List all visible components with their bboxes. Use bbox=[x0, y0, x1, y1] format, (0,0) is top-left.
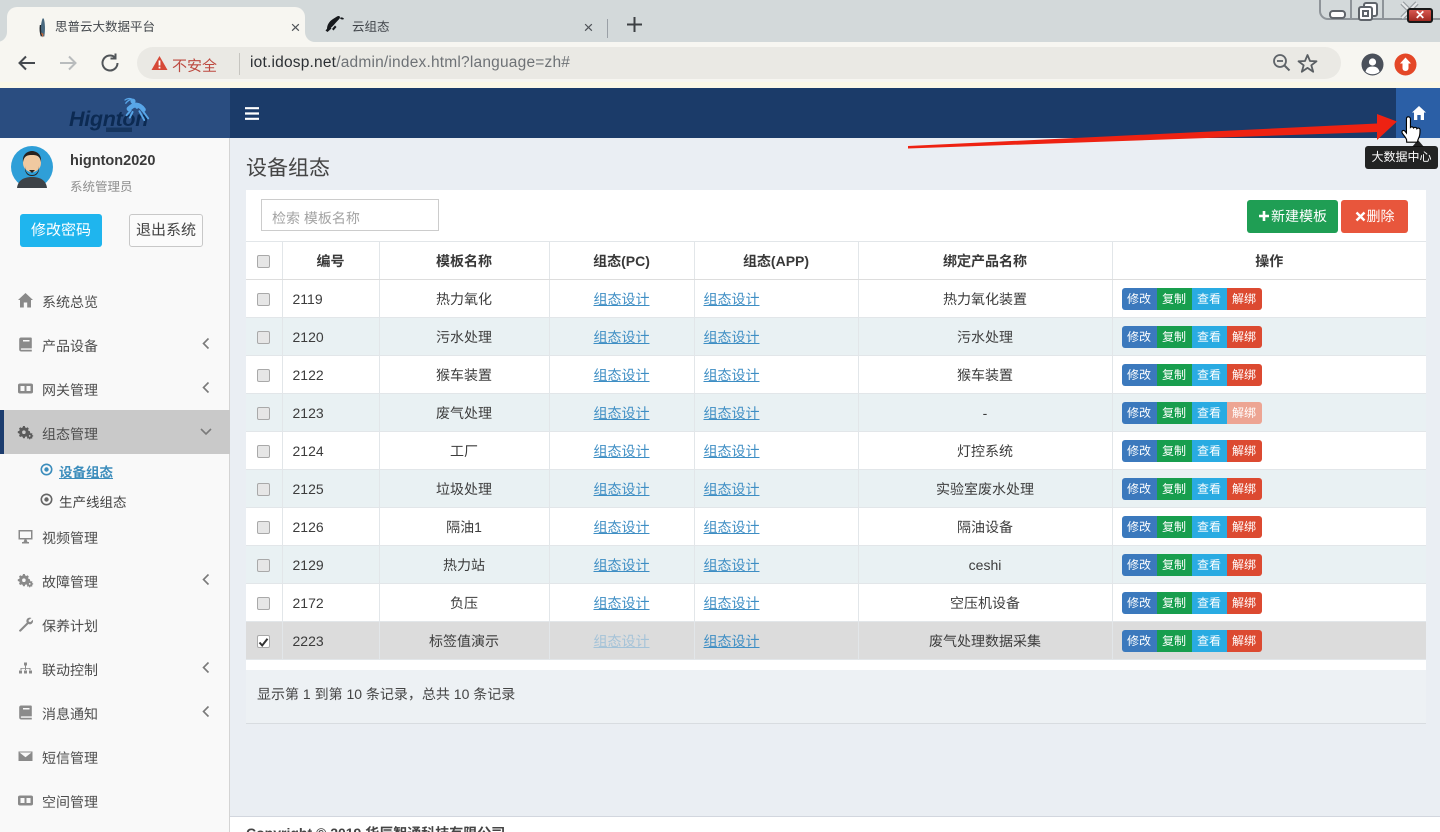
svg-text:Hignton: Hignton bbox=[69, 107, 148, 131]
